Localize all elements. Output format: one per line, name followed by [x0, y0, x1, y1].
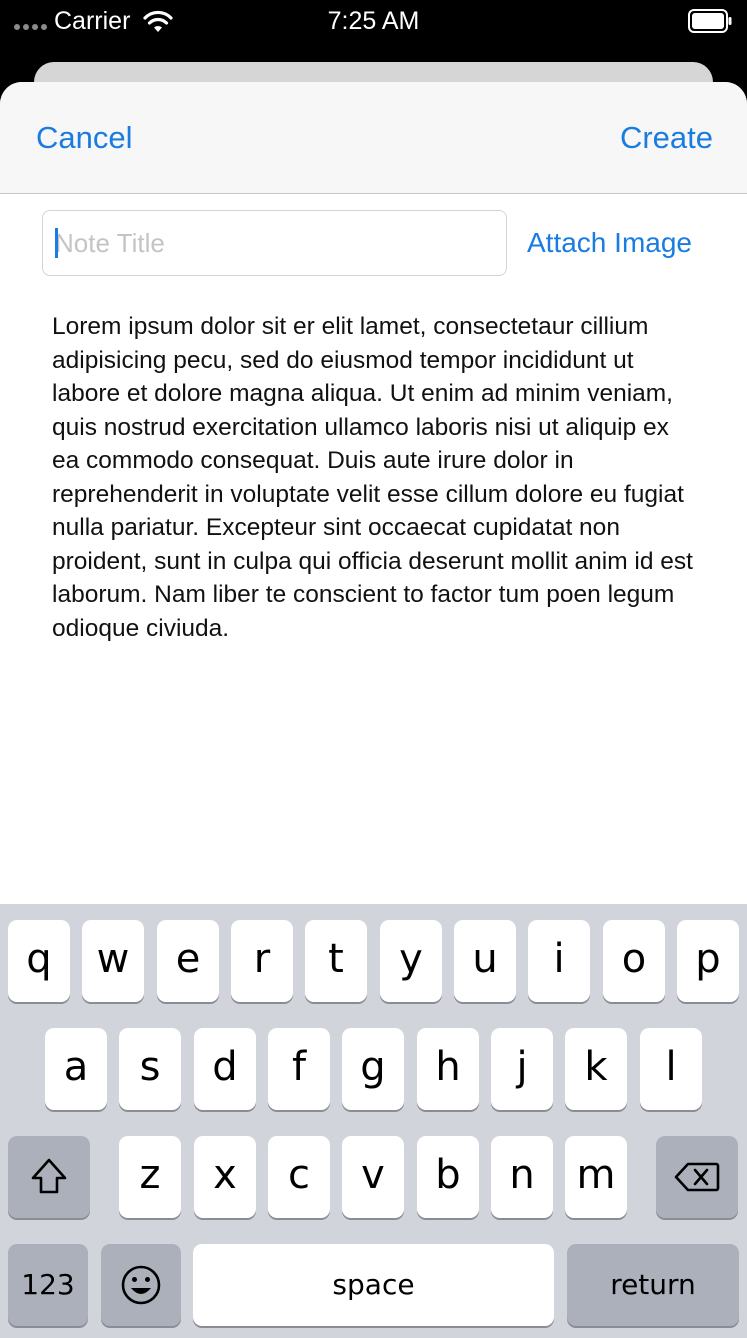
note-title-input[interactable] [42, 210, 507, 276]
key-r[interactable]: r [231, 920, 293, 1002]
key-y[interactable]: y [380, 920, 442, 1002]
key-g[interactable]: g [342, 1028, 404, 1110]
key-x[interactable]: x [194, 1136, 256, 1218]
key-w[interactable]: w [82, 920, 144, 1002]
key-a[interactable]: a [45, 1028, 107, 1110]
clock: 7:25 AM [327, 7, 420, 35]
note-body-text[interactable]: Lorem ipsum dolor sit er elit lamet, con… [52, 310, 702, 645]
key-t[interactable]: t [305, 920, 367, 1002]
emoji-icon [121, 1265, 161, 1305]
navigation-bar: Cancel Create [0, 82, 747, 194]
shift-key[interactable] [8, 1136, 90, 1218]
key-h[interactable]: h [417, 1028, 479, 1110]
key-i[interactable]: i [528, 920, 590, 1002]
screen: Carrier 7:25 AM Cancel Create Attach Ima… [0, 0, 747, 1338]
key-b[interactable]: b [417, 1136, 479, 1218]
create-button[interactable]: Create [620, 120, 713, 156]
cancel-button[interactable]: Cancel [36, 120, 133, 156]
shift-icon [31, 1158, 67, 1194]
key-e[interactable]: e [157, 920, 219, 1002]
battery-icon [688, 9, 732, 33]
key-m[interactable]: m [565, 1136, 627, 1218]
numbers-key[interactable]: 123 [8, 1244, 88, 1326]
key-j[interactable]: j [491, 1028, 553, 1110]
key-s[interactable]: s [119, 1028, 181, 1110]
key-q[interactable]: q [8, 920, 70, 1002]
key-v[interactable]: v [342, 1136, 404, 1218]
key-l[interactable]: l [640, 1028, 702, 1110]
key-n[interactable]: n [491, 1136, 553, 1218]
backspace-icon [674, 1162, 720, 1192]
text-cursor [55, 228, 58, 258]
status-bar: Carrier 7:25 AM [0, 0, 747, 44]
key-k[interactable]: k [565, 1028, 627, 1110]
return-key[interactable]: return [567, 1244, 739, 1326]
key-c[interactable]: c [268, 1136, 330, 1218]
delete-key[interactable] [656, 1136, 738, 1218]
key-u[interactable]: u [454, 920, 516, 1002]
key-p[interactable]: p [677, 920, 739, 1002]
emoji-key[interactable] [101, 1244, 181, 1326]
key-z[interactable]: z [119, 1136, 181, 1218]
key-d[interactable]: d [194, 1028, 256, 1110]
keyboard: q w e r t y u i o p a s d f g h j k l z … [0, 904, 747, 1338]
key-f[interactable]: f [268, 1028, 330, 1110]
attach-image-button[interactable]: Attach Image [527, 226, 692, 260]
space-key[interactable]: space [193, 1244, 554, 1326]
key-o[interactable]: o [603, 920, 665, 1002]
